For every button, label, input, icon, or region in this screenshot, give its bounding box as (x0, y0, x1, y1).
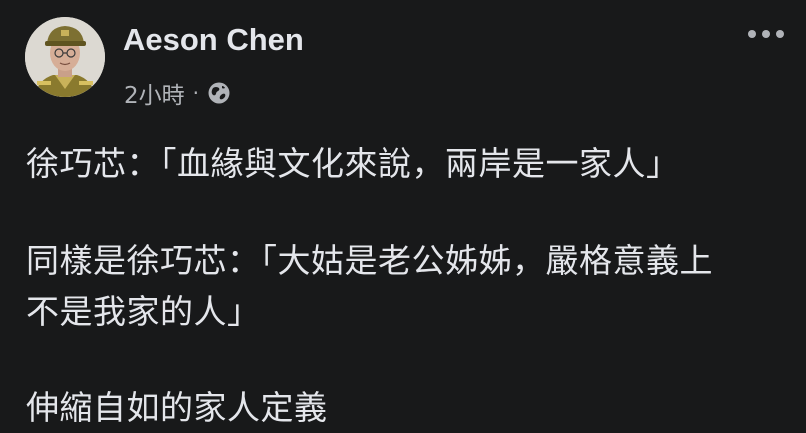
post-text-line: 伸縮自如的家人定義 (26, 388, 328, 427)
more-dot (762, 30, 770, 38)
post-timestamp[interactable]: 2小時 (124, 76, 185, 110)
author-name[interactable]: Aeson Chen (123, 20, 304, 60)
more-dot (748, 30, 756, 38)
post-meta: 2小時 · (124, 76, 231, 110)
facebook-post: Aeson Chen 2小時 · 徐巧芯：「血緣與文化來說，兩岸是一家人」 同樣… (0, 0, 806, 433)
post-text-line: 不是我家的人」 (26, 292, 261, 331)
more-options-icon[interactable] (748, 24, 784, 44)
post-text-line: 徐巧芯：「血緣與文化來說，兩岸是一家人」 (26, 144, 680, 183)
globe-icon[interactable] (207, 81, 231, 105)
more-dot (776, 30, 784, 38)
meta-separator: · (192, 81, 199, 105)
author-avatar[interactable] (25, 17, 105, 97)
post-text-line: 同樣是徐巧芯：「大姑是老公姊姊，嚴格意義上 (26, 241, 713, 280)
avatar-photo (25, 17, 105, 97)
